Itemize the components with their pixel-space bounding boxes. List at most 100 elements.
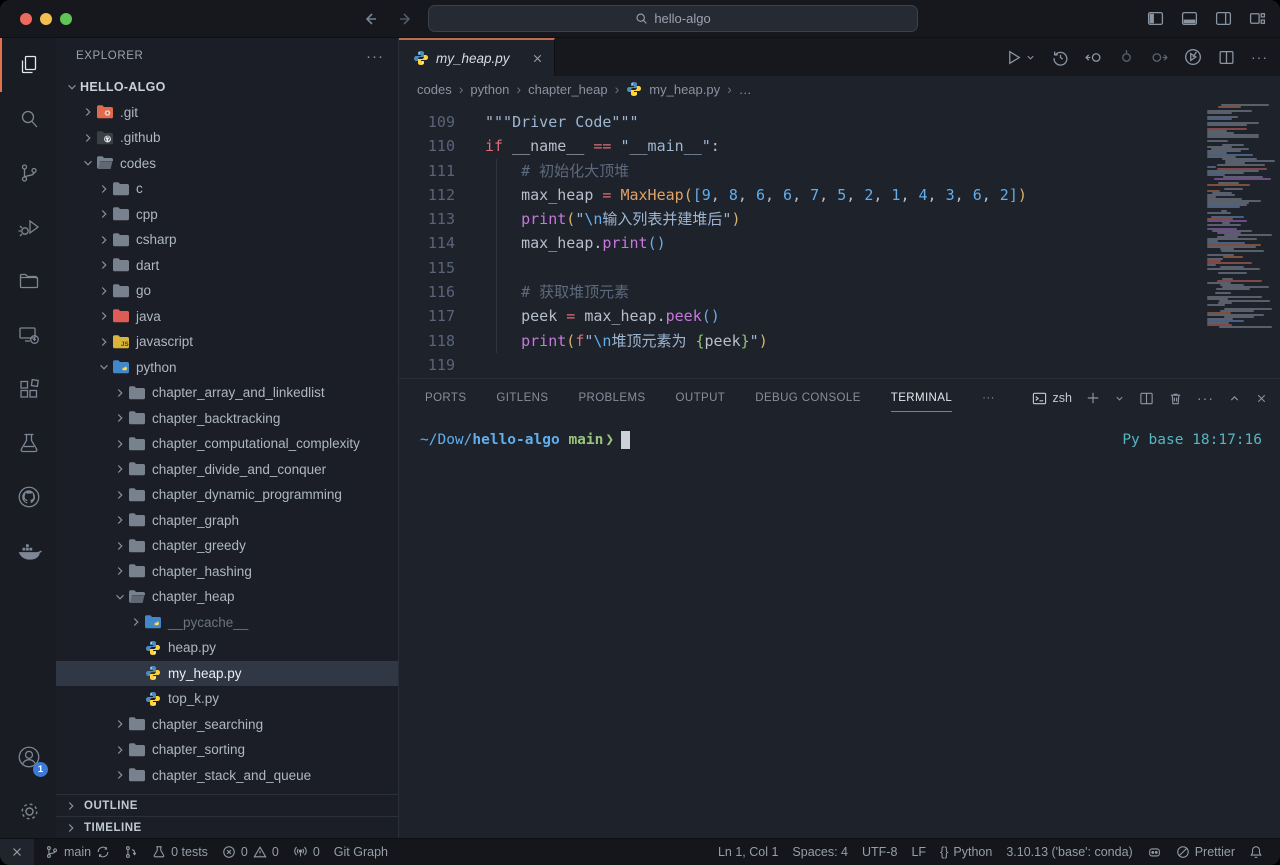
panel-more-actions[interactable]: ··· (1197, 390, 1214, 406)
language-status[interactable]: {} Python (933, 845, 999, 859)
run-python-file-icon[interactable] (1005, 49, 1022, 66)
tree-item-top-k-py[interactable]: top_k.py (56, 686, 398, 712)
panel-tab-terminal[interactable]: TERMINAL (891, 379, 952, 417)
terminal-instance[interactable]: zsh (1032, 391, 1072, 406)
history-back-icon[interactable] (362, 11, 378, 27)
editor-more-actions[interactable]: ··· (1251, 49, 1268, 65)
tree-item-chapter-array-and-linkedlist[interactable]: chapter_array_and_linkedlist (56, 380, 398, 406)
ports-status[interactable]: 0 (286, 839, 327, 865)
explorer-activity-icon[interactable] (0, 38, 56, 92)
python-interpreter-status[interactable]: 3.10.13 ('base': conda) (999, 845, 1139, 859)
tree-item-csharp[interactable]: csharp (56, 227, 398, 253)
git-graph-status[interactable]: Git Graph (327, 839, 395, 865)
remote-indicator[interactable] (0, 839, 34, 865)
tree-item-chapter-dynamic-programming[interactable]: chapter_dynamic_programming (56, 482, 398, 508)
tree-item-heap-py[interactable]: heap.py (56, 635, 398, 661)
tree-item-chapter-stack-and-queue[interactable]: chapter_stack_and_queue (56, 763, 398, 789)
notifications-bell-icon[interactable] (1242, 845, 1270, 859)
toggle-sidebar-icon[interactable] (1147, 10, 1164, 27)
gitlens-graph-icon[interactable] (1184, 48, 1202, 66)
terminal-dropdown-icon[interactable] (1114, 393, 1125, 404)
close-window-button[interactable] (20, 13, 32, 25)
docker-activity-icon[interactable] (0, 524, 56, 578)
github-activity-icon[interactable] (0, 470, 56, 524)
toggle-secondary-sidebar-icon[interactable] (1215, 10, 1232, 27)
copilot-icon[interactable] (1140, 845, 1169, 859)
tree-item-chapter-computational-complexity[interactable]: chapter_computational_complexity (56, 431, 398, 457)
tree-item-dart[interactable]: dart (56, 253, 398, 279)
tree-item-go[interactable]: go (56, 278, 398, 304)
tree-item-chapter-searching[interactable]: chapter_searching (56, 712, 398, 738)
tree-item--github[interactable]: .github (56, 125, 398, 151)
breadcrumb-item[interactable]: python (470, 82, 509, 97)
tree-item-chapter-hashing[interactable]: chapter_hashing (56, 559, 398, 585)
split-terminal-icon[interactable] (1139, 391, 1154, 406)
code-editor[interactable]: 109"""Driver Code"""110if __name__ == "_… (399, 102, 1280, 378)
toggle-panel-icon[interactable] (1181, 10, 1198, 27)
panel-tab-ports[interactable]: PORTS (425, 379, 466, 417)
outline-section[interactable]: OUTLINE (56, 794, 398, 816)
minimap[interactable] (1206, 102, 1278, 334)
breadcrumb-item[interactable]: … (739, 82, 752, 97)
run-debug-activity-icon[interactable] (0, 200, 56, 254)
tree-item--git[interactable]: .git (56, 100, 398, 126)
kill-terminal-icon[interactable] (1168, 391, 1183, 406)
prettier-status[interactable]: Prettier (1169, 845, 1242, 859)
previous-change-icon[interactable] (1118, 49, 1135, 66)
breadcrumb-item[interactable]: codes (417, 82, 452, 97)
file-history-icon[interactable] (1052, 49, 1069, 66)
indentation-status[interactable]: Spaces: 4 (785, 845, 855, 859)
source-control-activity-icon[interactable] (0, 146, 56, 200)
run-dropdown-icon[interactable] (1025, 52, 1036, 63)
close-tab-icon[interactable] (531, 52, 544, 65)
tree-item-javascript[interactable]: JSjavascript (56, 329, 398, 355)
tree-item-chapter-sorting[interactable]: chapter_sorting (56, 737, 398, 763)
maximize-window-button[interactable] (60, 13, 72, 25)
tree-item-java[interactable]: java (56, 304, 398, 330)
tests-status[interactable]: 0 tests (145, 839, 215, 865)
tree-item-codes[interactable]: codes (56, 151, 398, 177)
tree-item-my-heap-py[interactable]: my_heap.py (56, 661, 398, 687)
close-panel-icon[interactable] (1255, 392, 1268, 405)
tab-my-heap-py[interactable]: my_heap.py (399, 38, 555, 76)
cursor-position-status[interactable]: Ln 1, Col 1 (711, 845, 785, 859)
open-changes-icon[interactable] (1085, 49, 1102, 66)
gitlens-compare-status[interactable] (117, 839, 145, 865)
branch-status[interactable]: main (38, 839, 117, 865)
tree-item-chapter-divide-and-conquer[interactable]: chapter_divide_and_conquer (56, 457, 398, 483)
minimize-window-button[interactable] (40, 13, 52, 25)
new-terminal-icon[interactable] (1086, 391, 1100, 405)
panel-tab-problems[interactable]: PROBLEMS (578, 379, 645, 417)
testing-activity-icon[interactable] (0, 416, 56, 470)
explorer-more-actions[interactable]: ··· (366, 48, 384, 65)
tree-item-chapter-greedy[interactable]: chapter_greedy (56, 533, 398, 559)
breadcrumb-item[interactable]: chapter_heap (528, 82, 608, 97)
accounts-activity-icon[interactable]: 1 (0, 730, 56, 784)
tree-item-hello-algo[interactable]: HELLO-ALGO (56, 74, 398, 100)
split-editor-icon[interactable] (1218, 49, 1235, 66)
maximize-panel-icon[interactable] (1228, 392, 1241, 405)
command-center-search[interactable]: hello-algo (428, 5, 918, 32)
search-activity-icon[interactable] (0, 92, 56, 146)
customize-layout-icon[interactable] (1249, 10, 1266, 27)
tree-item-chapter-heap[interactable]: chapter_heap (56, 584, 398, 610)
terminal-output[interactable]: ~/Dow/hello-algo main❯ Py base 18:17:16 (399, 417, 1280, 838)
tree-item-chapter-backtracking[interactable]: chapter_backtracking (56, 406, 398, 432)
next-change-icon[interactable] (1151, 49, 1168, 66)
tree-item-c[interactable]: c (56, 176, 398, 202)
tree-item-python[interactable]: python (56, 355, 398, 381)
history-forward-icon[interactable] (398, 11, 414, 27)
breadcrumb-item[interactable]: my_heap.py (649, 82, 720, 97)
panel-tab-debug-console[interactable]: DEBUG CONSOLE (755, 379, 861, 417)
breadcrumb[interactable]: codes›python›chapter_heap›my_heap.py›… (399, 76, 1280, 102)
tree-item-chapter-graph[interactable]: chapter_graph (56, 508, 398, 534)
tree-item-cpp[interactable]: cpp (56, 202, 398, 228)
problems-status[interactable]: 0 0 (215, 839, 286, 865)
encoding-status[interactable]: UTF-8 (855, 845, 904, 859)
panel-tabs-overflow[interactable]: ··· (982, 379, 995, 417)
settings-gear-icon[interactable] (0, 784, 56, 838)
file-manager-activity-icon[interactable] (0, 254, 56, 308)
eol-status[interactable]: LF (904, 845, 933, 859)
tree-item--pycache-[interactable]: __pycache__ (56, 610, 398, 636)
remote-explorer-activity-icon[interactable] (0, 308, 56, 362)
